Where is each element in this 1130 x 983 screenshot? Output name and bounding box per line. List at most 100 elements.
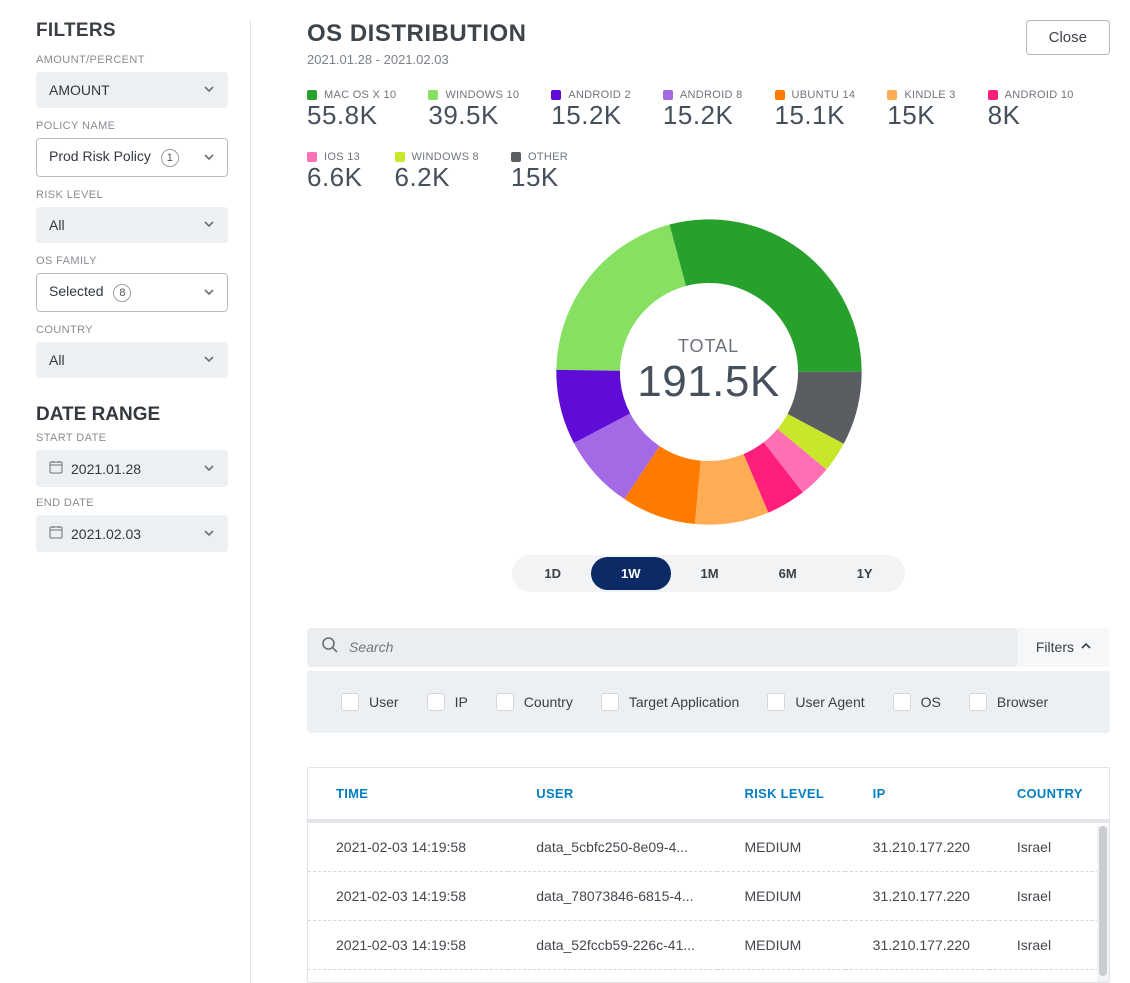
filter-chip[interactable]: Country	[496, 693, 573, 711]
legend-swatch	[988, 90, 998, 100]
table-row[interactable]: 2021-02-03 14:19:58data_5cbfc250-8e09-4.…	[308, 821, 1109, 872]
filter-chip-label: Target Application	[629, 694, 740, 710]
filter-chip[interactable]: Target Application	[601, 693, 740, 711]
legend-item[interactable]: UBUNTU 1415.1K	[775, 89, 856, 131]
chevron-down-icon	[203, 526, 215, 542]
end-date-picker[interactable]: 2021.02.03	[36, 515, 228, 552]
main-content: OS DISTRIBUTION 2021.01.28 - 2021.02.03 …	[251, 20, 1110, 983]
filters-sidebar: FILTERS AMOUNT/PERCENT AMOUNT POLICY NAM…	[36, 20, 246, 983]
filters-toggle[interactable]: Filters	[1018, 628, 1110, 667]
legend-swatch	[307, 90, 317, 100]
legend-swatch	[511, 152, 521, 162]
policy-name-select[interactable]: Prod Risk Policy 1	[36, 138, 228, 177]
legend-item[interactable]: MAC OS X 1055.8K	[307, 89, 396, 131]
legend-item[interactable]: IOS 136.6K	[307, 151, 363, 193]
cell-user: data_5cbfc250-8e09-4...	[508, 821, 716, 872]
chevron-down-icon	[203, 217, 215, 233]
checkbox-icon	[496, 693, 514, 711]
country-label: COUNTRY	[36, 324, 228, 336]
policy-name-value: Prod Risk Policy	[49, 148, 151, 164]
legend-value: 15K	[511, 163, 568, 193]
amount-percent-select[interactable]: AMOUNT	[36, 72, 228, 108]
legend-swatch	[307, 152, 317, 162]
legend-item[interactable]: ANDROID 108K	[988, 89, 1074, 131]
table-row[interactable]: 2021-02-03 14:19:58data_78073846-6815-4.…	[308, 871, 1109, 920]
os-family-select[interactable]: Selected 8	[36, 273, 228, 312]
filter-chip-label: Browser	[997, 694, 1048, 710]
search-field-wrap[interactable]	[307, 628, 1018, 667]
amount-percent-value: AMOUNT	[49, 82, 110, 98]
os-family-label: OS FAMILY	[36, 255, 228, 267]
risk-level-label: RISK LEVEL	[36, 189, 228, 201]
legend-item[interactable]: ANDROID 215.2K	[551, 89, 631, 131]
legend-swatch	[395, 152, 405, 162]
checkbox-icon	[767, 693, 785, 711]
legend-value: 15.2K	[663, 101, 743, 131]
end-date-label: END DATE	[36, 497, 228, 509]
filter-chip-label: User	[369, 694, 399, 710]
table-header-time[interactable]: TIME	[308, 768, 508, 821]
cell-ip: 31.210.177.220	[845, 920, 989, 969]
table-row[interactable]: 2021-02-03 14:19:58data_52fccb59-226c-41…	[308, 920, 1109, 969]
legend-item[interactable]: WINDOWS 86.2K	[395, 151, 479, 193]
table-header-user[interactable]: USER	[508, 768, 716, 821]
cell-time: 2021-02-03 14:19:58	[308, 871, 508, 920]
filter-chip-label: OS	[921, 694, 941, 710]
range-tab-1m[interactable]: 1M	[671, 557, 749, 590]
page-title: OS DISTRIBUTION	[307, 20, 527, 48]
cell-user: data_52fccb59-226c-41...	[508, 920, 716, 969]
start-date-value: 2021.01.28	[71, 461, 141, 477]
chevron-down-icon	[203, 461, 215, 477]
filter-chip[interactable]: User	[341, 693, 399, 711]
legend-value: 39.5K	[428, 101, 519, 131]
legend-item[interactable]: OTHER15K	[511, 151, 568, 193]
legend-item[interactable]: WINDOWS 1039.5K	[428, 89, 519, 131]
legend-item[interactable]: ANDROID 815.2K	[663, 89, 743, 131]
table-header-ip[interactable]: IP	[845, 768, 989, 821]
filter-chip[interactable]: User Agent	[767, 693, 864, 711]
os-family-value: Selected	[49, 283, 103, 299]
checkbox-icon	[601, 693, 619, 711]
country-select[interactable]: All	[36, 342, 228, 378]
filter-chip-label: User Agent	[795, 694, 864, 710]
start-date-label: START DATE	[36, 432, 228, 444]
date-range-tabs: 1D1W1M6M1Y	[512, 555, 904, 592]
calendar-icon	[49, 525, 63, 542]
cell-time: 2021-02-03 14:19:58	[308, 920, 508, 969]
filter-chip-label: Country	[524, 694, 573, 710]
os-family-count-badge: 8	[113, 284, 131, 302]
chevron-down-icon	[203, 285, 215, 301]
range-tab-6m[interactable]: 6M	[749, 557, 827, 590]
legend-item[interactable]: KINDLE 315K	[887, 89, 955, 131]
range-tab-1w[interactable]: 1W	[591, 557, 671, 590]
policy-label: POLICY NAME	[36, 120, 228, 132]
table-scrollbar-thumb[interactable]	[1099, 826, 1107, 976]
chart-legend: MAC OS X 1055.8K WINDOWS 1039.5K ANDROID 2…	[307, 89, 1110, 193]
table-header-risk-level[interactable]: RISK LEVEL	[717, 768, 845, 821]
policy-count-badge: 1	[161, 149, 179, 167]
filter-chip[interactable]: OS	[893, 693, 941, 711]
date-range-title: DATE RANGE	[36, 404, 228, 426]
filter-chip[interactable]: Browser	[969, 693, 1048, 711]
legend-swatch	[551, 90, 561, 100]
legend-value: 15K	[887, 101, 955, 131]
range-tab-1d[interactable]: 1D	[514, 557, 591, 590]
legend-value: 8K	[988, 101, 1074, 131]
start-date-picker[interactable]: 2021.01.28	[36, 450, 228, 487]
cell-country: Israel	[989, 871, 1109, 920]
donut-total-label: TOTAL	[678, 336, 739, 357]
table-header-country[interactable]: COUNTRY	[989, 768, 1109, 821]
filter-chip[interactable]: IP	[427, 693, 468, 711]
search-input[interactable]	[349, 639, 1004, 655]
legend-swatch	[887, 90, 897, 100]
filters-title: FILTERS	[36, 20, 228, 42]
risk-level-select[interactable]: All	[36, 207, 228, 243]
close-button[interactable]: Close	[1026, 20, 1110, 55]
checkbox-icon	[427, 693, 445, 711]
checkbox-icon	[341, 693, 359, 711]
end-date-value: 2021.02.03	[71, 526, 141, 542]
legend-swatch	[663, 90, 673, 100]
cell-country: Israel	[989, 920, 1109, 969]
search-icon	[321, 636, 339, 659]
range-tab-1y[interactable]: 1Y	[827, 557, 903, 590]
